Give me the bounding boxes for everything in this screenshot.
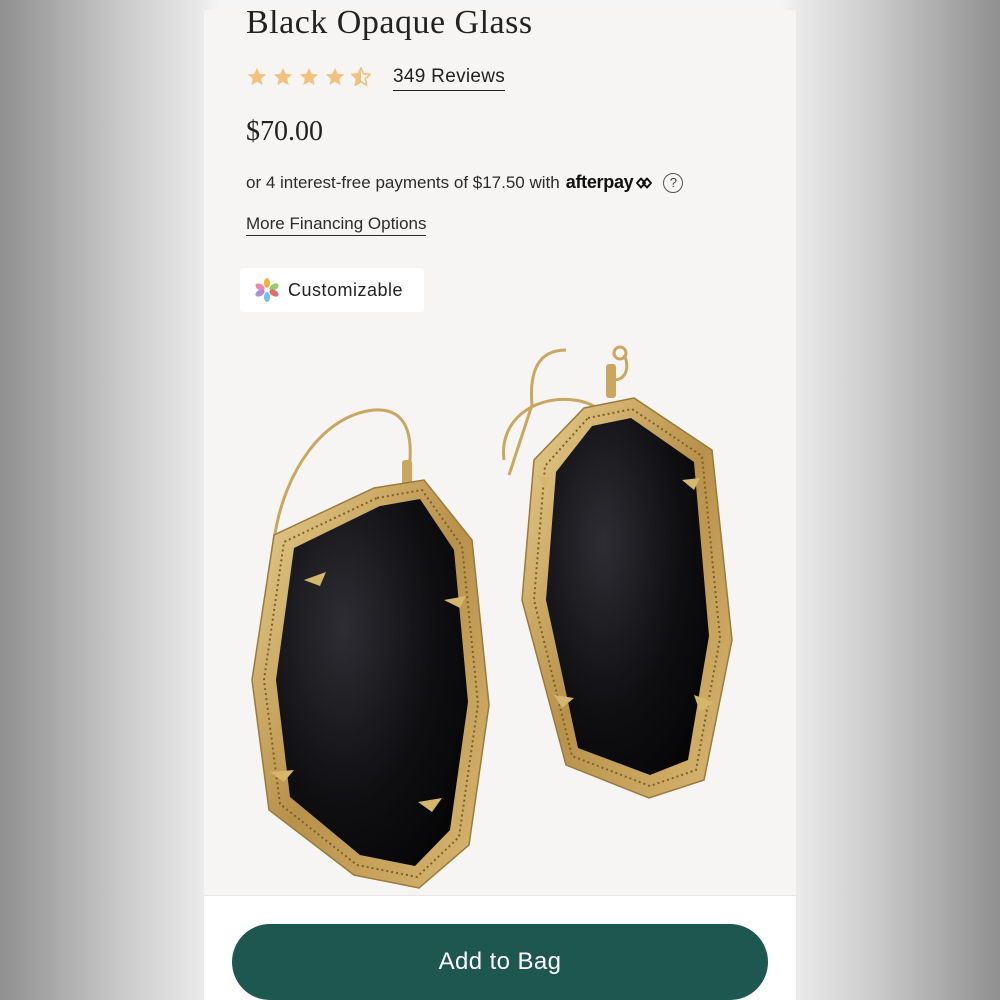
product-panel: Black Opaque Glass 349 Reviews $70.00 or… bbox=[204, 10, 796, 1000]
add-to-bag-button[interactable]: Add to Bag bbox=[232, 924, 768, 1000]
more-financing-link[interactable]: More Financing Options bbox=[246, 214, 427, 236]
badge-label: Customizable bbox=[288, 279, 404, 300]
bottom-action-bar: Add to Bag bbox=[204, 895, 796, 1000]
installment-info: or 4 interest-free payments of $17.50 wi… bbox=[246, 172, 684, 193]
product-title: Black Opaque Glass bbox=[246, 10, 533, 41]
reviews-link[interactable]: 349 Reviews bbox=[393, 66, 506, 91]
afterpay-logo-text: afterpay bbox=[565, 172, 634, 192]
help-icon[interactable]: ? bbox=[663, 172, 684, 193]
earrings-product-image bbox=[251, 345, 733, 889]
half-star-icon bbox=[351, 67, 371, 86]
customizable-badge: Customizable bbox=[240, 268, 424, 312]
left-earring bbox=[251, 408, 490, 889]
color-petals-icon bbox=[255, 278, 279, 302]
installment-text: or 4 interest-free payments of $17.50 wi… bbox=[246, 172, 560, 192]
star-icon bbox=[247, 67, 267, 86]
afterpay-arrows-icon bbox=[636, 177, 653, 188]
star-icon bbox=[299, 67, 319, 86]
star-icon bbox=[325, 67, 345, 86]
star-icon bbox=[273, 67, 293, 86]
star-rating bbox=[246, 66, 372, 88]
product-price: $70.00 bbox=[246, 116, 323, 147]
right-earring bbox=[502, 345, 733, 799]
